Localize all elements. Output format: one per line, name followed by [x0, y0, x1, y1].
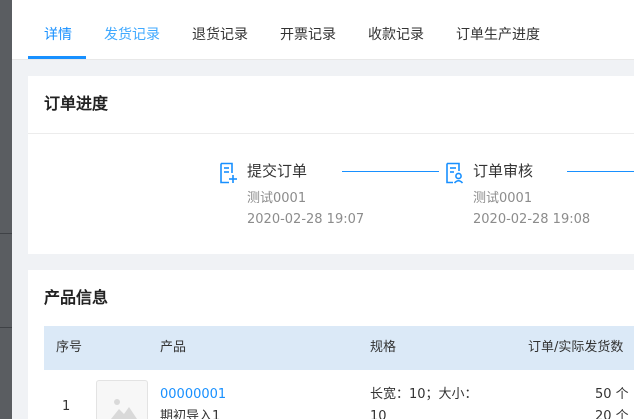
column-header-index: 序号	[56, 340, 83, 355]
column-header-quantity: 订单/实际发货数	[528, 340, 624, 355]
product-name: 期初导入1	[160, 409, 221, 419]
image-placeholder-icon	[111, 399, 137, 419]
step-connector	[567, 171, 634, 172]
submit-order-icon	[220, 162, 237, 184]
product-spec: 长宽：10；大小：	[370, 387, 478, 402]
tab-shipping-records[interactable]: 发货记录	[104, 25, 160, 45]
order-progress-card: 订单进度 提交订单 测试0001 2020-02-28 19:07 订单审核 测…	[28, 76, 634, 254]
step-time: 2020-02-28 19:08	[473, 212, 591, 227]
row-index: 1	[62, 399, 71, 414]
tab-return-records[interactable]: 退货记录	[192, 25, 248, 45]
tab-production-progress[interactable]: 订单生产进度	[456, 25, 540, 45]
shipped-quantity: 20 个	[595, 409, 629, 419]
divider	[28, 133, 634, 134]
review-order-icon	[446, 162, 464, 184]
step-connector	[342, 171, 439, 172]
table-header: 序号 产品 规格 订单/实际发货数	[44, 326, 634, 370]
product-thumbnail[interactable]	[96, 380, 148, 419]
tab-bar: 详情 发货记录 退货记录 开票记录 收款记录 订单生产进度	[12, 0, 634, 60]
order-quantity: 50 个	[595, 387, 629, 402]
step-time: 2020-02-28 19:07	[247, 212, 365, 227]
product-code-link[interactable]: 00000001	[160, 386, 226, 404]
tab-invoice-records[interactable]: 开票记录	[280, 25, 336, 45]
step-user: 测试0001	[247, 191, 307, 206]
background-overlay	[0, 0, 12, 419]
tab-payment-records[interactable]: 收款记录	[368, 25, 424, 45]
order-detail-panel: 详情 发货记录 退货记录 开票记录 收款记录 订单生产进度 订单进度 提交订单 …	[12, 0, 634, 419]
tab-details[interactable]: 详情	[44, 25, 72, 45]
product-spec-continued: 10	[370, 409, 387, 419]
column-header-product: 产品	[160, 340, 187, 355]
product-info-card: 产品信息 序号 产品 规格 订单/实际发货数 1 00000001 期初导入1 …	[28, 270, 634, 419]
active-tab-indicator	[28, 56, 86, 59]
product-info-title: 产品信息	[44, 288, 109, 307]
step-title: 提交订单	[247, 162, 308, 180]
order-progress-title: 订单进度	[44, 94, 109, 113]
step-user: 测试0001	[473, 191, 533, 206]
column-header-spec: 规格	[370, 340, 397, 355]
step-title: 订单审核	[473, 162, 534, 180]
